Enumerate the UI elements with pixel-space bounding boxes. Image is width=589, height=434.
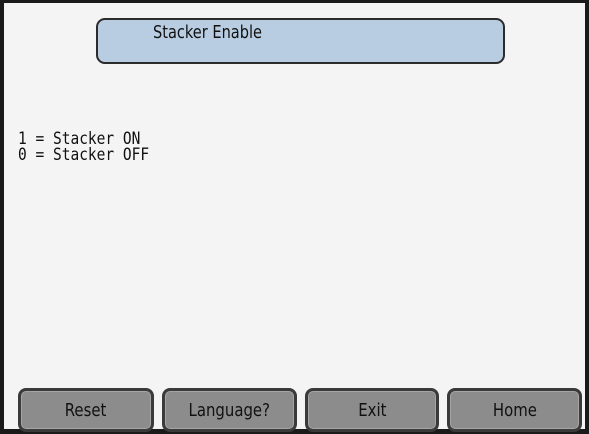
- reset-button-label: Reset: [65, 399, 107, 421]
- screen-title-panel: Stacker Enable: [96, 18, 505, 64]
- exit-button[interactable]: Exit: [305, 388, 439, 432]
- exit-button-label: Exit: [357, 399, 387, 421]
- home-button[interactable]: Home: [447, 388, 582, 432]
- help-line-off: 0 = Stacker OFF: [18, 145, 150, 164]
- home-button-label: Home: [492, 399, 537, 421]
- hmi-screen: Stacker Enable 1 = Stacker ON 0 = Stacker…: [0, 0, 589, 434]
- language-button[interactable]: Language?: [162, 388, 297, 432]
- screen-title: Stacker Enable: [153, 22, 263, 43]
- help-text: 1 = Stacker ON 0 = Stacker OFF: [18, 130, 150, 164]
- reset-button[interactable]: Reset: [18, 388, 154, 432]
- language-button-label: Language?: [188, 399, 271, 421]
